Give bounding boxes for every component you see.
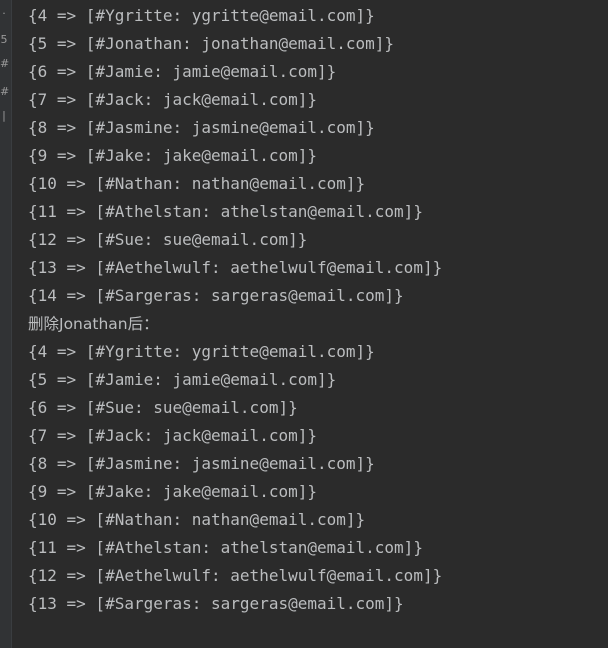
- gutter-mark: 5: [0, 33, 8, 46]
- output-line: {8 => [#Jasmine: jasmine@email.com]}: [28, 118, 375, 137]
- output-line: {4 => [#Ygritte: ygritte@email.com]}: [28, 342, 375, 361]
- output-line: {9 => [#Jake: jake@email.com]}: [28, 482, 317, 501]
- gutter-mark: |: [2, 109, 6, 122]
- gutter-mark: #: [0, 57, 10, 70]
- output-line: {11 => [#Athelstan: athelstan@email.com]…: [28, 202, 423, 221]
- output-line: {6 => [#Sue: sue@email.com]}: [28, 398, 298, 417]
- output-line: {10 => [#Nathan: nathan@email.com]}: [28, 510, 366, 529]
- run-console-panel: · 5 # # | {4 => [#Ygritte: ygritte@email…: [0, 0, 608, 648]
- output-line: {8 => [#Jasmine: jasmine@email.com]}: [28, 454, 375, 473]
- output-line: {13 => [#Aethelwulf: aethelwulf@email.co…: [28, 258, 443, 277]
- gutter-mark: #: [0, 85, 10, 98]
- output-line: {11 => [#Athelstan: athelstan@email.com]…: [28, 538, 423, 557]
- output-line: {12 => [#Aethelwulf: aethelwulf@email.co…: [28, 566, 443, 585]
- output-line: {5 => [#Jonathan: jonathan@email.com]}: [28, 34, 395, 53]
- output-line: {13 => [#Sargeras: sargeras@email.com]}: [28, 594, 404, 613]
- console-output[interactable]: {4 => [#Ygritte: ygritte@email.com]} {5 …: [28, 2, 608, 648]
- output-line: {6 => [#Jamie: jamie@email.com]}: [28, 62, 337, 81]
- output-line: {7 => [#Jack: jack@email.com]}: [28, 426, 317, 445]
- output-line: {10 => [#Nathan: nathan@email.com]}: [28, 174, 366, 193]
- gutter-mark: ·: [2, 7, 6, 20]
- output-line: {4 => [#Ygritte: ygritte@email.com]}: [28, 6, 375, 25]
- output-section-header: 删除Jonathan后：: [28, 315, 159, 333]
- output-line: {5 => [#Jamie: jamie@email.com]}: [28, 370, 337, 389]
- output-line: {14 => [#Sargeras: sargeras@email.com]}: [28, 286, 404, 305]
- output-line: {9 => [#Jake: jake@email.com]}: [28, 146, 317, 165]
- console-gutter: · 5 # # |: [0, 0, 12, 648]
- output-line: {7 => [#Jack: jack@email.com]}: [28, 90, 317, 109]
- output-line: {12 => [#Sue: sue@email.com]}: [28, 230, 308, 249]
